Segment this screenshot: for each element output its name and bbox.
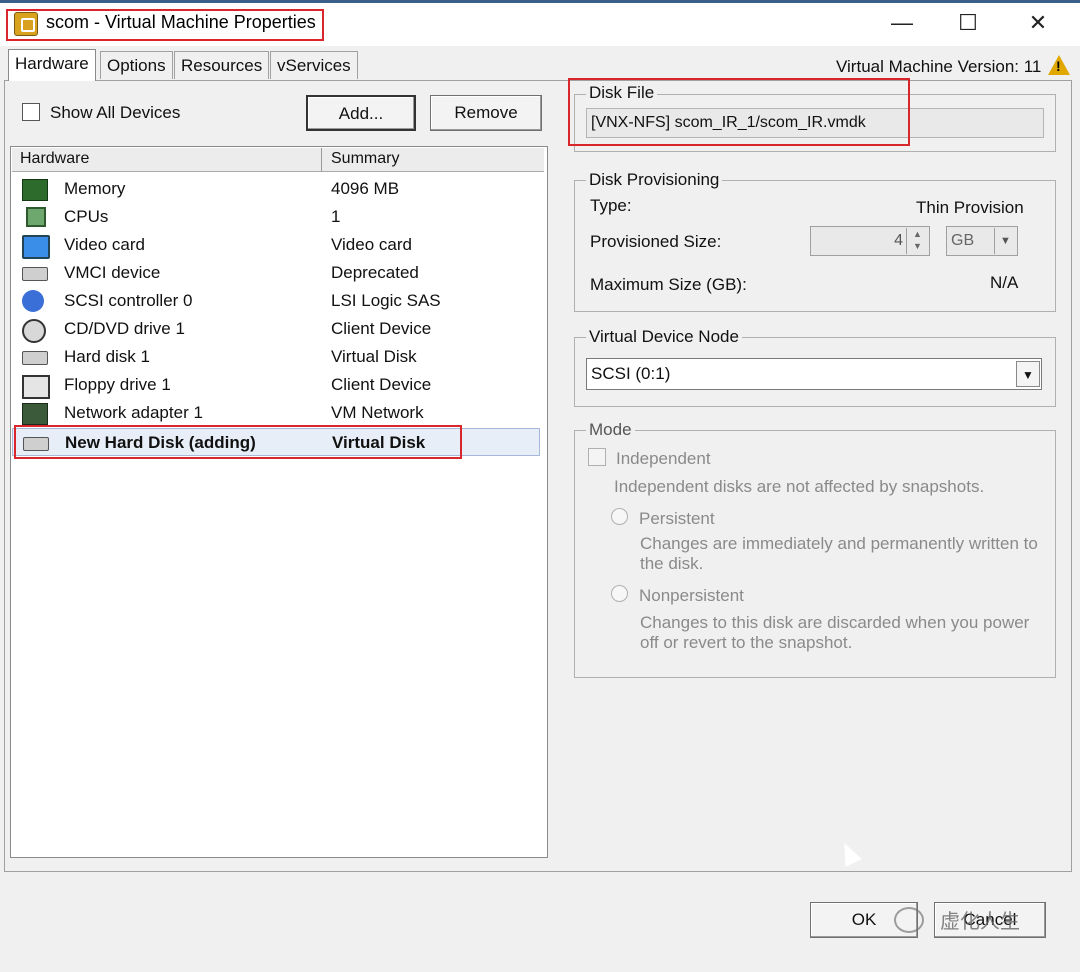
hardware-list-header [12,148,544,172]
hardware-summary: Video card [331,235,412,254]
provision-type-label: Type: [590,196,632,215]
chevron-down-icon[interactable]: ▼ [994,228,1016,254]
virtual-device-node-legend: Virtual Device Node [586,327,742,347]
independent-label[interactable]: Independent [616,449,711,469]
vmci-icon [22,267,48,281]
hardware-row-cpus[interactable]: CPUs 1 [12,203,540,231]
persistent-description: Changes are immediately and permanently … [640,534,1038,573]
hardware-row-memory[interactable]: Memory 4096 MB [12,175,540,203]
add-device-button[interactable]: Add... [306,95,416,131]
hard-disk-icon [22,351,48,365]
hardware-summary: Virtual Disk [331,347,417,366]
nonpersistent-description: Changes to this disk are discarded when … [640,613,1030,652]
show-all-devices-checkbox[interactable] [22,103,40,121]
persistent-radio[interactable] [611,508,628,525]
tab-resources[interactable]: Resources [174,51,270,79]
hardware-name: CD/DVD drive 1 [64,319,185,338]
disk-file-legend: Disk File [586,83,658,103]
persistent-label[interactable]: Persistent [639,509,715,529]
video-card-icon [22,235,50,259]
hardware-name: Floppy drive 1 [64,375,171,394]
tab-options[interactable]: Options [100,51,173,79]
hard-disk-icon [23,437,49,451]
network-adapter-icon [22,403,48,425]
virtual-device-node-select[interactable]: SCSI (0:1) [586,358,1042,390]
hardware-row-new-hard-disk[interactable]: New Hard Disk (adding) Virtual Disk [12,428,540,456]
hardware-summary: Virtual Disk [332,433,426,452]
hardware-row-scsi-controller[interactable]: SCSI controller 0 LSI Logic SAS [12,287,540,315]
hardware-summary: LSI Logic SAS [331,291,441,310]
column-divider[interactable] [321,148,322,172]
hardware-summary: 1 [331,207,341,226]
chevron-down-icon[interactable]: ▼ [1016,361,1040,387]
max-size-label: Maximum Size (GB): [590,275,747,294]
hardware-row-video-card[interactable]: Video card Video card [12,231,540,259]
max-size-value: N/A [990,273,1019,292]
hardware-row-cd-dvd[interactable]: CD/DVD drive 1 Client Device [12,315,540,343]
nonpersistent-radio[interactable] [611,585,628,602]
disk-file-path-field[interactable]: [VNX-NFS] scom_IR_1/scom_IR.vmdk [586,108,1044,138]
show-all-devices-label[interactable]: Show All Devices [50,103,180,123]
wechat-watermark-icon [894,907,924,933]
warning-icon [1048,55,1070,75]
independent-description: Independent disks are not affected by sn… [614,477,985,496]
memory-icon [22,179,48,201]
hardware-row-network-adapter[interactable]: Network adapter 1 VM Network [12,399,540,427]
nonpersistent-label[interactable]: Nonpersistent [639,586,744,606]
hardware-name: SCSI controller 0 [64,291,193,310]
hardware-summary: VM Network [331,403,424,422]
vm-version-label: Virtual Machine Version: 11 [836,57,1042,76]
spinner-down-icon[interactable]: ▼ [907,240,928,252]
column-header-hardware[interactable]: Hardware [20,150,89,168]
window-title: scom - Virtual Machine Properties [46,12,316,32]
provision-type-value: Thin Provision [916,198,1024,217]
column-header-summary[interactable]: Summary [331,150,399,168]
cpu-icon [26,207,46,227]
hardware-summary: 4096 MB [331,179,400,198]
hardware-name: CPUs [64,207,109,226]
hardware-row-vmci[interactable]: VMCI device Deprecated [12,259,540,287]
vm-properties-app-icon [14,12,38,36]
hardware-name: New Hard Disk (adding) [65,433,256,452]
minimize-button[interactable]: — [882,8,922,38]
scsi-controller-icon [22,290,44,312]
size-spinner[interactable]: ▲ ▼ [906,228,928,254]
hardware-name: Memory [64,179,126,198]
hardware-summary: Deprecated [331,263,419,282]
provisioned-size-label: Provisioned Size: [590,232,722,251]
cd-dvd-icon [22,319,46,343]
hardware-name: Network adapter 1 [64,403,203,422]
hardware-name: VMCI device [64,263,161,282]
tab-hardware[interactable]: Hardware [8,49,96,81]
hardware-row-floppy[interactable]: Floppy drive 1 Client Device [12,371,540,399]
tab-vservices[interactable]: vServices [270,51,358,79]
hardware-row-hard-disk-1[interactable]: Hard disk 1 Virtual Disk [12,343,540,371]
maximize-button[interactable]: ☐ [948,8,988,38]
remove-device-button[interactable]: Remove [430,95,542,131]
close-button[interactable]: ✕ [1018,8,1058,38]
hardware-summary: Client Device [331,375,432,394]
watermark-text: 虚化人生 [940,911,1020,933]
floppy-icon [22,375,50,399]
hardware-summary: Client Device [331,319,432,338]
independent-checkbox[interactable] [588,448,606,466]
disk-provisioning-legend: Disk Provisioning [586,170,723,190]
mode-legend: Mode [586,420,635,440]
hardware-name: Hard disk 1 [64,347,150,366]
hardware-name: Video card [64,235,145,254]
spinner-up-icon[interactable]: ▲ [907,228,928,240]
